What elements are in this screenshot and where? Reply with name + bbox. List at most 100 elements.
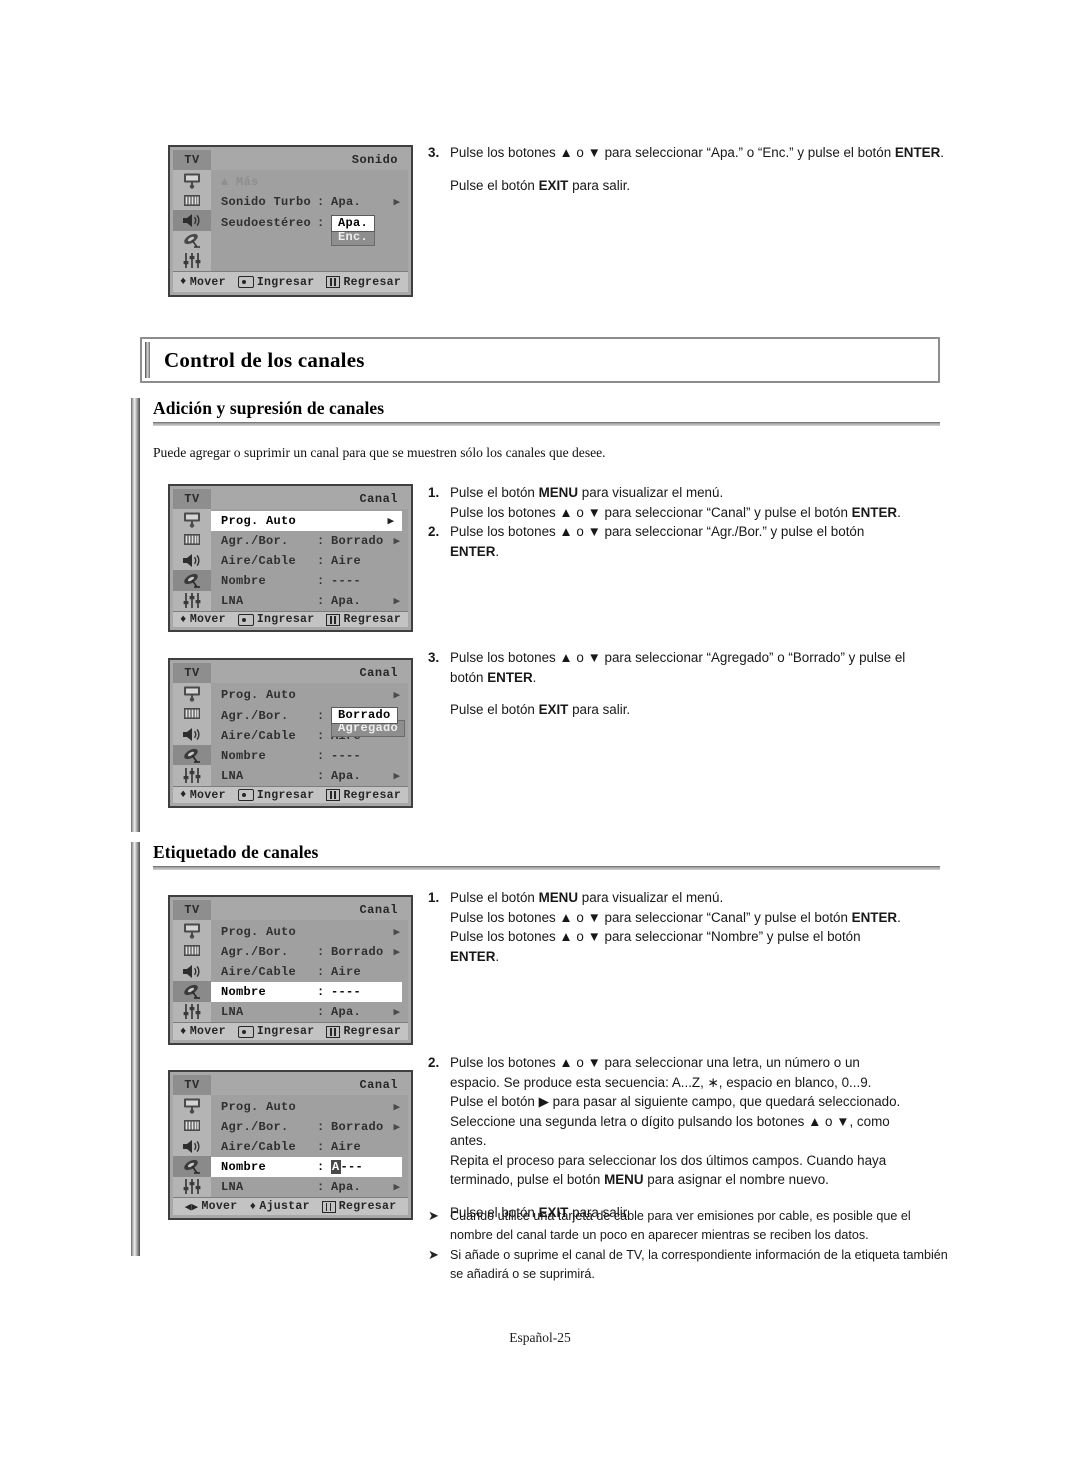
osd-row-agr-bor[interactable]: Agr./Bor. : Borrado ▶ [211,1117,408,1137]
picture-icon[interactable] [173,1095,211,1116]
sound-icon[interactable] [173,210,211,231]
osd-row-colon: : [317,729,325,743]
footer-adjust-label: Ajustar [259,1200,310,1213]
osd-menu-sonido[interactable]: TV Sonido ▲ Más Sonido Turbo: Apa. ▶ Se… [168,145,413,297]
osd-menu-canal-4[interactable]: TV Canal Prog. Auto ▶ Agr./Bor.: Borrad… [168,1070,413,1220]
osd-row-colon: : [317,554,325,568]
step-text: Pulse los botones ▲ o ▼ para seleccionar… [450,1053,948,1190]
osd-footer: ♦ Mover Ingresar Regresar [173,786,408,803]
setup-icon[interactable] [173,1156,211,1177]
osd-row-value[interactable]: A--- [331,1160,380,1174]
equalizer-icon[interactable] [173,590,211,612]
osd-row-aire-cable[interactable]: Aire/Cable : Aire [211,962,408,982]
osd-icon-rail: TV [173,900,211,1023]
step-text-part: para seleccionar “Apa.” o “Enc.” y pulse… [600,145,895,160]
exit-note: Pulse el botón EXIT para salir. [450,176,948,196]
osd-row-colon: : [317,195,325,209]
setup-icon[interactable] [173,744,211,766]
osd-row-prog-auto[interactable]: Prog. Auto ▶ [211,1097,408,1117]
arrow-bullet-icon: ➤ [428,1248,439,1263]
exit-button-ref: EXIT [538,177,569,193]
updown-arrow-icon: ♦ [249,1200,257,1213]
channel-icon[interactable] [173,1115,211,1136]
channel-icon[interactable] [173,940,211,961]
name-char-rest: --- [340,1160,364,1174]
osd-value-selected[interactable]: Borrado [331,707,398,724]
osd-row-prog-auto[interactable]: Prog. Auto ▶ [211,685,408,705]
step-1: 1. Pulse el botón MENU para visualizar e… [428,483,948,522]
osd-row-mas[interactable]: ▲ Más [211,172,408,192]
osd-menu-canal-1[interactable]: TV Canal Prog. Auto ▶ Agr./Bor.: Borrad… [168,484,413,632]
equalizer-icon[interactable] [173,1176,211,1198]
instruction-add-steps: 1. Pulse el botón MENU para visualizar e… [428,483,948,561]
channel-icon[interactable] [173,529,211,550]
osd-row-nombre[interactable]: Nombre : ---- [211,746,408,766]
osd-row-lna[interactable]: LNA : Apa. ▶ [211,766,408,786]
footer-move: ♦ Mover [180,276,226,289]
osd-row-colon: : [317,1140,325,1154]
osd-value-selected[interactable]: Apa. [331,214,376,232]
osd-row-agr-bor[interactable]: Agr./Bor. : Borrado ▶ [211,942,408,962]
footer-return: Regresar [326,789,401,802]
chevron-right-icon: ▶ [393,1182,401,1194]
osd-row-label: Prog. Auto [221,514,297,528]
osd-row-nombre[interactable]: Nombre : ---- [211,982,402,1002]
instruction-label-step2: 2. Pulse los botones ▲ o ▼ para seleccio… [428,1053,948,1222]
setup-icon[interactable] [173,981,211,1002]
osd-menu-canal-3[interactable]: TV Canal Prog. Auto ▶ Agr./Bor.: Borrad… [168,895,413,1045]
osd-row-prog-auto[interactable]: Prog. Auto ▶ [211,511,402,531]
updown-arrow-icon: ♦ [179,1025,187,1038]
chevron-right-icon: ▶ [393,1102,401,1114]
picture-icon[interactable] [173,683,211,704]
picture-icon[interactable] [173,920,211,941]
osd-row-nombre[interactable]: Nombre : A--- [211,1157,402,1177]
sound-icon[interactable] [173,549,211,571]
sound-icon[interactable] [173,1135,211,1157]
osd-row-agr-bor[interactable]: Agr./Bor. : Borrado Agregado [211,705,408,737]
osd-row-sonido-turbo[interactable]: Sonido Turbo : Apa. ▶ [211,192,408,212]
footer-return-label: Regresar [343,788,402,802]
up-arrow-icon: ▲ [559,145,573,160]
setup-icon[interactable] [173,570,211,591]
exit-button-ref: EXIT [538,702,569,717]
step-text: Pulse el botón MENU para visualizar el m… [450,483,948,522]
step-line: Pulse los botones ▲ o ▼ para seleccionar… [450,929,861,944]
subsection-intro: Puede agregar o suprimir un canal para q… [153,445,606,460]
enter-button-ref: ENTER [450,543,496,559]
osd-row-lna[interactable]: LNA : Apa. ▶ [211,1177,408,1197]
enter-key-icon [237,276,254,288]
step-line: espacio. Se produce esta secuencia: A...… [450,1074,872,1090]
osd-row-prog-auto[interactable]: Prog. Auto ▶ [211,922,408,942]
osd-row-lna[interactable]: LNA : Apa. ▶ [211,1002,408,1022]
equalizer-icon[interactable] [173,765,211,786]
equalizer-icon[interactable] [173,250,211,272]
sound-icon[interactable] [173,724,211,745]
picture-icon[interactable] [173,509,211,530]
name-char-selected[interactable]: A [331,1160,341,1174]
osd-row-lna[interactable]: LNA : Apa. ▶ [211,591,408,611]
tv-label: TV [173,150,211,170]
osd-menu-canal-2[interactable]: TV Canal Prog. Auto ▶ Agr./Bor.: Borrad… [168,658,413,808]
osd-row-nombre[interactable]: Nombre : ---- [211,571,408,591]
setup-icon[interactable] [173,230,211,251]
osd-row-aire-cable[interactable]: Aire/Cable : Aire [211,551,408,571]
osd-row-agr-bor[interactable]: Agr./Bor. : Borrado ▶ [211,531,408,551]
osd-row-seudoestereo[interactable]: Seudoestéreo : Apa. Enc. [211,212,408,246]
chevron-right-icon: ▶ [387,516,395,528]
tv-label: TV [173,1075,211,1095]
osd-row-value: Apa. [331,1005,362,1019]
step-line: Pulse los botones ▲ o ▼ para seleccionar… [450,908,948,928]
menu-key-icon [326,789,341,801]
osd-row-label: Aire/Cable [221,554,297,568]
osd-row-label: Agr./Bor. [221,945,289,959]
equalizer-icon[interactable] [173,1001,211,1023]
step-line: antes. [450,1133,487,1148]
step-1: 1. Pulse el botón MENU para visualizar e… [428,888,948,966]
osd-row-aire-cable[interactable]: Aire/Cable : Aire [211,1137,408,1157]
osd-row-value: Borrado [331,534,384,548]
heading-accent-bar [131,842,140,876]
sound-icon[interactable] [173,960,211,982]
channel-icon[interactable] [173,190,211,211]
channel-icon[interactable] [173,703,211,725]
picture-icon[interactable] [173,170,211,191]
